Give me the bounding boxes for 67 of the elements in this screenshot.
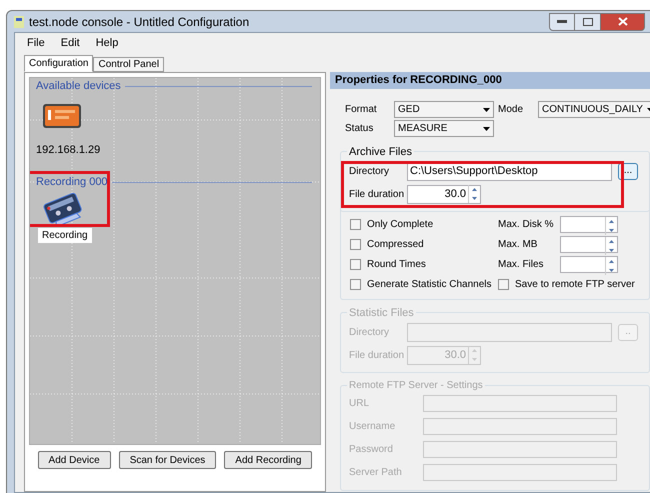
number-field[interactable] — [560, 236, 618, 253]
field-label: Directory — [349, 326, 390, 340]
field-label: Max. Files — [498, 258, 545, 272]
dropdown[interactable]: MEASURE — [394, 120, 494, 137]
input-field[interactable] — [423, 441, 617, 458]
field-label: URL — [349, 397, 370, 411]
menu-item[interactable]: Help — [96, 34, 118, 52]
group-heading: Recording 000 — [36, 174, 108, 190]
recording-label[interactable]: Recording — [38, 228, 92, 243]
field-label: File duration — [349, 348, 406, 362]
tab[interactable]: Configuration — [24, 55, 94, 72]
minimize-button[interactable] — [549, 12, 575, 30]
spin-arrows-icon[interactable] — [605, 257, 617, 275]
field-label: Max. Disk % — [498, 218, 555, 232]
caret-icon — [483, 108, 490, 112]
close-button[interactable] — [601, 12, 645, 30]
field-label: Password — [349, 443, 394, 457]
device-icon — [42, 102, 82, 130]
checkbox-label: Save to remote FTP server — [515, 278, 635, 292]
duration-value: 30.0 — [444, 348, 467, 363]
duration-field[interactable]: 30.0 — [407, 184, 481, 204]
maximize-button[interactable] — [575, 12, 601, 30]
tab[interactable]: Control Panel — [93, 57, 164, 72]
input-field[interactable] — [423, 395, 617, 412]
dropdown[interactable]: CONTINUOUS_DAILY — [538, 101, 650, 118]
number-field[interactable] — [560, 256, 618, 273]
checkbox[interactable] — [350, 219, 361, 230]
canvas-button[interactable]: Add Device — [38, 451, 111, 469]
field-label: Status — [345, 122, 374, 136]
field-label: Format — [345, 103, 378, 117]
close-icon — [618, 17, 628, 26]
spin-arrows-icon[interactable] — [605, 237, 617, 255]
field-label: Username — [349, 420, 396, 434]
group-heading: Available devices — [36, 78, 121, 94]
checkbox[interactable] — [498, 279, 509, 290]
checkbox-label: Compressed — [367, 238, 424, 252]
duration-value: 30.0 — [444, 186, 467, 202]
checkbox-label: Round Times — [367, 258, 426, 272]
field-label: File duration — [349, 188, 406, 202]
spin-arrows-icon[interactable] — [605, 217, 617, 235]
canvas-button[interactable]: Add Recording — [224, 451, 312, 469]
field-label: Mode — [498, 103, 524, 117]
maximize-icon — [582, 18, 592, 26]
field-label: Max. MB — [498, 238, 538, 252]
checkbox[interactable] — [350, 259, 361, 270]
window-title: test.node console - Untitled Configuration — [29, 14, 250, 30]
minimize-icon — [557, 20, 567, 24]
menu-item[interactable]: File — [27, 34, 45, 52]
input-field[interactable] — [423, 418, 617, 435]
checkbox-label: Only Complete — [367, 218, 434, 232]
canvas-button[interactable]: Scan for Devices — [118, 451, 216, 469]
input-field[interactable] — [423, 464, 617, 481]
group-title: Remote FTP Server - Settings — [347, 378, 485, 393]
menu-item[interactable]: Edit — [60, 34, 80, 52]
field-label: Server Path — [349, 466, 403, 480]
checkbox[interactable] — [350, 279, 361, 290]
device-label[interactable]: 192.168.1.29 — [36, 142, 320, 158]
checkbox-label: Generate Statistic Channels — [367, 278, 492, 292]
app-icon — [13, 14, 25, 28]
directory-field[interactable] — [407, 322, 612, 342]
properties-header: Properties for RECORDING_000 — [330, 72, 650, 89]
spin-arrows-icon[interactable] — [468, 185, 480, 203]
field-label: Directory — [349, 164, 390, 178]
number-field[interactable] — [560, 216, 618, 233]
dropdown[interactable]: GED — [394, 101, 494, 118]
caret-icon — [483, 126, 490, 130]
checkbox[interactable] — [350, 239, 361, 250]
